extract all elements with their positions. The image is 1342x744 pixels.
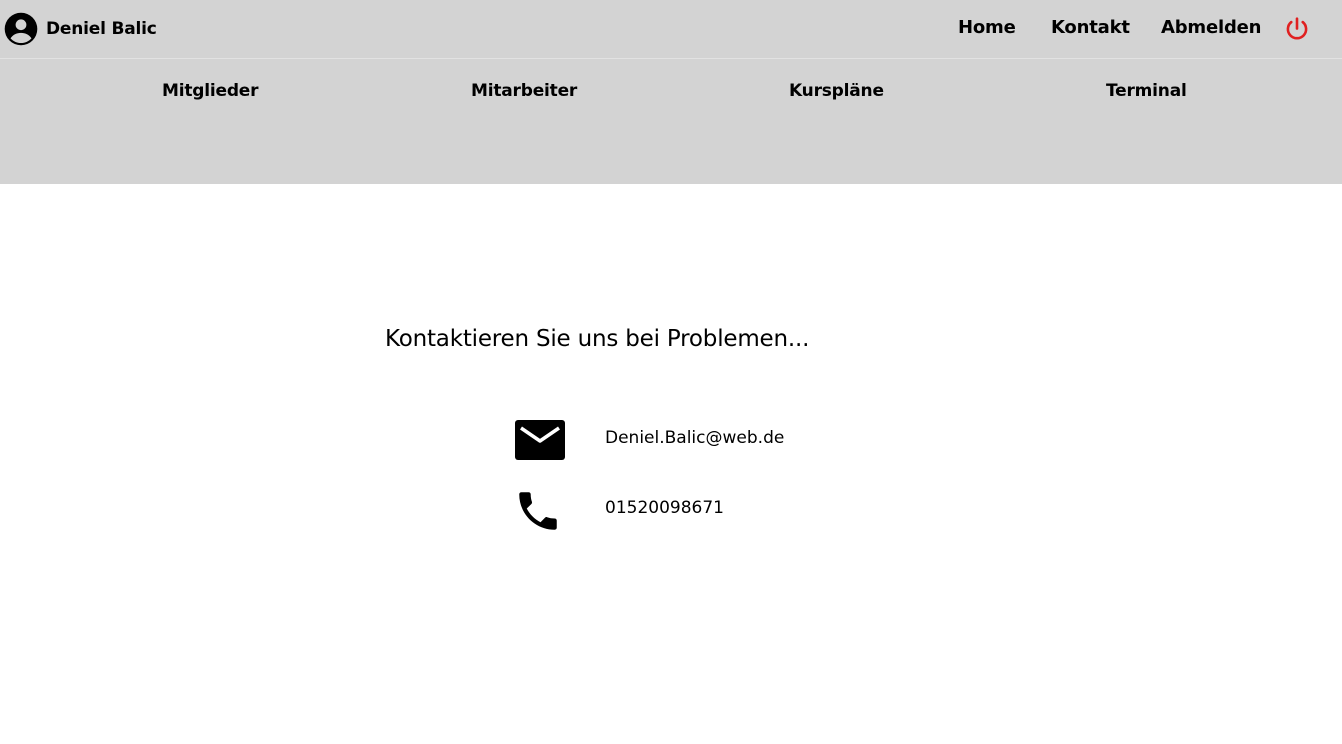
user-profile[interactable]: Deniel Balic <box>4 12 157 46</box>
contact-heading: Kontaktieren Sie uns bei Problemen... <box>385 326 810 352</box>
user-name: Deniel Balic <box>46 19 157 39</box>
nav-home-link[interactable]: Home <box>958 17 1016 38</box>
nav-abmelden-link[interactable]: Abmelden <box>1161 17 1261 38</box>
mail-icon <box>515 420 565 460</box>
nav-kontakt-link[interactable]: Kontakt <box>1051 17 1130 38</box>
secondary-navigation: Mitglieder Mitarbeiter Kurspläne Termina… <box>0 59 1342 184</box>
subnav-item-mitglieder[interactable]: Mitglieder <box>162 81 259 101</box>
contact-phone-row: 01520098671 <box>0 486 1342 536</box>
subnav-item-kursplaene[interactable]: Kurspläne <box>789 81 884 101</box>
phone-icon <box>519 492 557 530</box>
contact-email-row: Deniel.Balic@web.de <box>0 416 1342 466</box>
account-circle-icon <box>4 12 38 46</box>
top-bar: Deniel Balic Home Kontakt Abmelden <box>0 0 1342 59</box>
subnav-item-mitarbeiter[interactable]: Mitarbeiter <box>471 81 577 101</box>
contact-phone[interactable]: 01520098671 <box>605 498 724 518</box>
subnav-item-terminal[interactable]: Terminal <box>1106 81 1187 101</box>
contact-email[interactable]: Deniel.Balic@web.de <box>605 428 784 448</box>
power-icon[interactable] <box>1284 16 1310 42</box>
